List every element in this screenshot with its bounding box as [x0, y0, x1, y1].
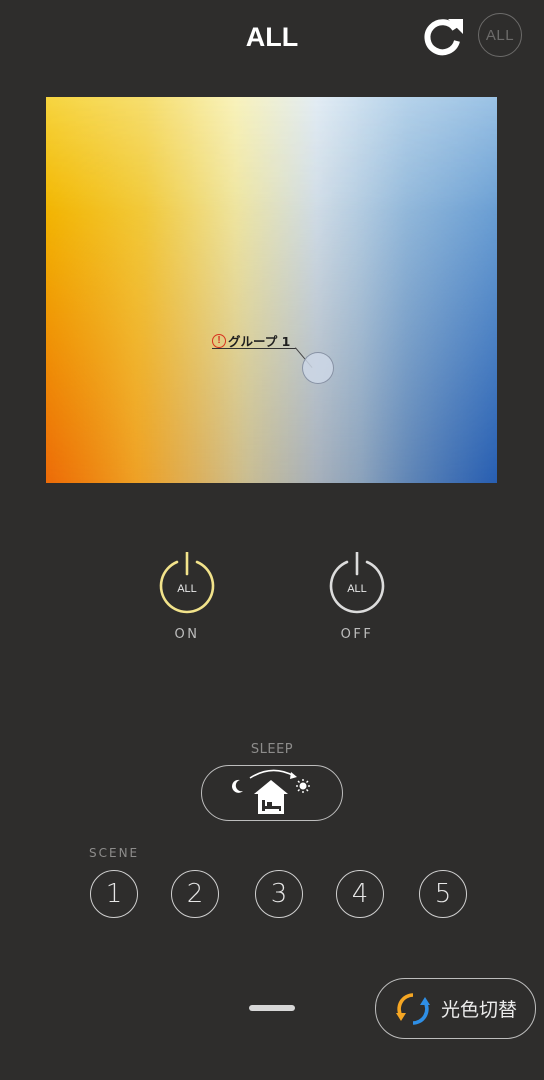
- warning-icon: !: [212, 333, 226, 348]
- color-switch-icon: [396, 992, 430, 1025]
- scene-button-1[interactable]: 1: [90, 870, 138, 918]
- on-inner-label: ALL: [177, 583, 197, 595]
- off-inner-label: ALL: [347, 583, 367, 595]
- all-toggle-button[interactable]: ALL: [478, 13, 522, 57]
- scene-label: SCENE: [89, 846, 140, 860]
- sun-icon: [296, 779, 310, 793]
- color-switch-button[interactable]: 光色切替: [375, 978, 536, 1039]
- home-indicator[interactable]: [249, 1005, 295, 1011]
- sleep-mode-icon: [231, 769, 310, 814]
- scene-button-4[interactable]: 4: [336, 870, 384, 918]
- all-off-button[interactable]: ALL: [325, 552, 389, 616]
- sleep-label: SLEEP: [250, 742, 294, 757]
- moon-icon: [231, 779, 243, 793]
- pad-shade-layer: [46, 97, 497, 483]
- scene-button-5[interactable]: 5: [419, 870, 467, 918]
- off-caption: OFF: [340, 627, 374, 642]
- on-caption: ON: [174, 627, 200, 642]
- all-on-button[interactable]: ALL: [155, 552, 219, 616]
- scene-button-2[interactable]: 2: [171, 870, 219, 918]
- refresh-icon: [424, 19, 463, 56]
- color-temperature-pad[interactable]: [46, 97, 497, 483]
- app-screen: ALL ALL ! グループ 1 ALL ON ALL OFF SLEEP SC…: [0, 0, 544, 1080]
- group-point-handle[interactable]: [302, 352, 334, 384]
- color-switch-label: 光色切替: [441, 999, 518, 1021]
- group-underline: [212, 348, 296, 349]
- scene-button-3[interactable]: 3: [255, 870, 303, 918]
- house-bed-icon: [254, 780, 288, 814]
- refresh-button[interactable]: [420, 14, 466, 60]
- sleep-button[interactable]: [201, 765, 343, 821]
